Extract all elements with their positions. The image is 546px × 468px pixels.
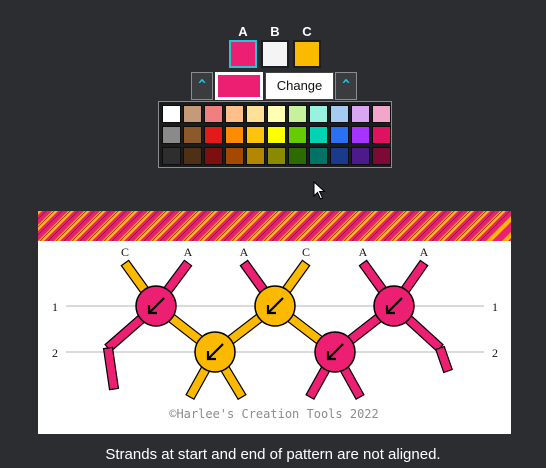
palette-swatch[interactable] xyxy=(267,147,286,165)
column-label: C xyxy=(302,245,310,259)
palette-swatch[interactable] xyxy=(246,147,265,165)
color-palette xyxy=(158,101,392,168)
palette-swatch[interactable] xyxy=(351,105,370,123)
palette-swatch[interactable] xyxy=(267,126,286,144)
pattern-preview: 1 2 1 2 C A A C A A ©Harlee's Creation Tools … xyxy=(38,211,511,434)
strand-segment xyxy=(434,345,454,374)
palette-swatch[interactable] xyxy=(351,147,370,165)
palette-swatch[interactable] xyxy=(183,105,202,123)
palette-swatch[interactable] xyxy=(288,126,307,144)
strand-letter-a: A xyxy=(238,24,248,39)
palette-swatch[interactable] xyxy=(162,147,181,165)
change-color-button[interactable]: Change xyxy=(265,72,334,100)
strand-letter-b: B xyxy=(270,24,280,39)
palette-swatch[interactable] xyxy=(162,126,181,144)
strand-segment xyxy=(102,346,120,391)
palette-swatch[interactable] xyxy=(225,126,244,144)
mouse-pointer-icon xyxy=(313,181,326,200)
status-message: Strands at start and end of pattern are … xyxy=(105,446,441,463)
palette-swatch[interactable] xyxy=(372,105,391,123)
row-label-left-2: 2 xyxy=(52,346,58,360)
palette-swatch[interactable] xyxy=(288,147,307,165)
pattern-band xyxy=(38,211,511,241)
strand-swatch-a[interactable] xyxy=(229,40,257,68)
palette-swatch[interactable] xyxy=(288,105,307,123)
strand-letter-c: C xyxy=(302,24,312,39)
knot[interactable] xyxy=(373,285,415,327)
row-label-right-2: 2 xyxy=(492,346,498,360)
knot[interactable] xyxy=(254,285,296,327)
palette-swatch[interactable] xyxy=(246,105,265,123)
palette-swatch[interactable] xyxy=(162,105,181,123)
palette-swatch[interactable] xyxy=(330,105,349,123)
palette-swatch[interactable] xyxy=(351,126,370,144)
palette-swatch[interactable] xyxy=(330,147,349,165)
palette-swatch[interactable] xyxy=(204,126,223,144)
palette-swatch[interactable] xyxy=(204,105,223,123)
palette-swatch[interactable] xyxy=(225,147,244,165)
column-label: A xyxy=(359,245,368,259)
strand-swatch-b[interactable] xyxy=(261,40,289,68)
palette-swatch[interactable] xyxy=(309,126,328,144)
move-strand-left-button[interactable]: ^ xyxy=(191,72,213,100)
palette-swatch[interactable] xyxy=(330,126,349,144)
palette-swatch[interactable] xyxy=(204,147,223,165)
palette-swatch[interactable] xyxy=(372,126,391,144)
strand-swatch-c[interactable] xyxy=(293,40,321,68)
palette-swatch[interactable] xyxy=(246,126,265,144)
move-strand-right-button[interactable]: ^ xyxy=(335,72,357,100)
palette-swatch[interactable] xyxy=(267,105,286,123)
knot[interactable] xyxy=(194,331,236,373)
copyright-text: ©Harlee's Creation Tools 2022 xyxy=(169,407,379,421)
palette-swatch[interactable] xyxy=(309,147,328,165)
palette-swatch[interactable] xyxy=(183,126,202,144)
palette-swatch[interactable] xyxy=(372,147,391,165)
column-label: A xyxy=(240,245,249,259)
pattern-diagram: 1 2 1 2 C A A C A A ©Harlee's Creation Tools … xyxy=(38,211,511,421)
row-label-left-1: 1 xyxy=(52,300,58,314)
column-label: A xyxy=(420,245,429,259)
row-label-right-1: 1 xyxy=(492,300,498,314)
current-color-preview xyxy=(215,72,263,100)
knot[interactable] xyxy=(314,331,356,373)
knot[interactable] xyxy=(135,285,177,327)
column-label: C xyxy=(121,245,129,259)
palette-swatch[interactable] xyxy=(225,105,244,123)
column-label: A xyxy=(184,245,193,259)
palette-swatch[interactable] xyxy=(183,147,202,165)
palette-swatch[interactable] xyxy=(309,105,328,123)
